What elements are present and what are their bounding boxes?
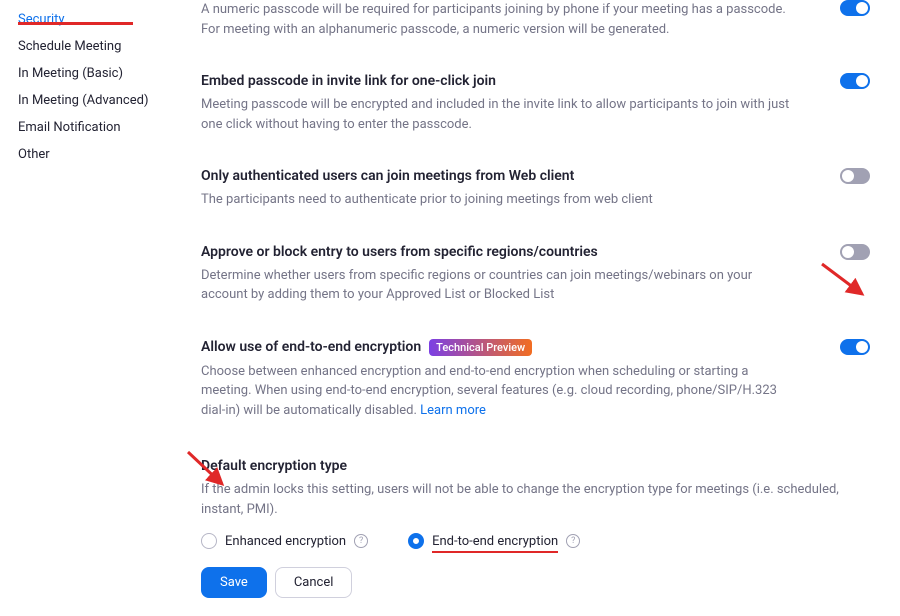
cancel-button[interactable]: Cancel xyxy=(275,567,353,598)
settings-content: A numeric passcode will be required for … xyxy=(175,0,900,616)
setting-description: Determine whether users from specific re… xyxy=(201,266,790,305)
setting-authenticated-web: Only authenticated users can join meetin… xyxy=(201,152,860,228)
radio-circle-icon xyxy=(201,533,217,549)
setting-title: Only authenticated users can join meetin… xyxy=(201,168,790,184)
sidebar-item-label: Other xyxy=(18,147,50,162)
sidebar-item-security[interactable]: Security xyxy=(18,6,65,33)
toggle-e2ee[interactable] xyxy=(840,339,870,355)
annotation-underline xyxy=(432,551,558,553)
sidebar-item-label: In Meeting (Basic) xyxy=(18,66,123,81)
help-icon[interactable]: ? xyxy=(354,534,368,548)
sidebar-item-other[interactable]: Other xyxy=(18,141,50,168)
setting-description: Choose between enhanced encryption and e… xyxy=(201,362,790,421)
help-icon[interactable]: ? xyxy=(566,534,580,548)
action-buttons: Save Cancel xyxy=(201,567,860,598)
sidebar-item-in-meeting-advanced[interactable]: In Meeting (Advanced) xyxy=(18,87,148,114)
sidebar-item-email-notification[interactable]: Email Notification xyxy=(18,114,121,141)
technical-preview-badge: Technical Preview xyxy=(429,339,532,356)
setting-title: Default encryption type xyxy=(201,458,860,474)
setting-description: The participants need to authenticate pr… xyxy=(201,190,790,210)
save-button[interactable]: Save xyxy=(201,567,267,598)
toggle-numeric-passcode[interactable] xyxy=(840,0,870,16)
radio-label: End-to-end encryption xyxy=(432,534,558,549)
radio-end-to-end-encryption[interactable]: End-to-end encryption ? xyxy=(408,533,580,549)
setting-title: Approve or block entry to users from spe… xyxy=(201,244,790,260)
radio-circle-icon xyxy=(408,533,424,549)
radio-label-text: End-to-end encryption xyxy=(432,534,558,549)
toggle-authenticated-web[interactable] xyxy=(840,168,870,184)
learn-more-link[interactable]: Learn more xyxy=(420,403,486,418)
annotation-underline xyxy=(18,22,133,25)
setting-e2ee: Allow use of end-to-end encryption Techn… xyxy=(201,323,860,439)
setting-title: Embed passcode in invite link for one-cl… xyxy=(201,73,790,89)
setting-default-encryption: Default encryption type If the admin loc… xyxy=(201,438,860,616)
setting-description: If the admin locks this setting, users w… xyxy=(201,480,860,519)
setting-description: A numeric passcode will be required for … xyxy=(201,0,790,39)
toggle-embed-passcode[interactable] xyxy=(840,73,870,89)
setting-title-text: Allow use of end-to-end encryption xyxy=(201,339,421,355)
sidebar-item-label: Email Notification xyxy=(18,120,121,135)
setting-desc-text: Choose between enhanced encryption and e… xyxy=(201,364,777,418)
setting-embed-passcode: Embed passcode in invite link for one-cl… xyxy=(201,57,860,152)
setting-numeric-passcode: A numeric passcode will be required for … xyxy=(201,0,860,57)
encryption-type-radios: Enhanced encryption ? End-to-end encrypt… xyxy=(201,533,860,549)
radio-label: Enhanced encryption xyxy=(225,534,346,549)
sidebar-item-label: In Meeting (Advanced) xyxy=(18,93,148,108)
sidebar-item-label: Schedule Meeting xyxy=(18,39,121,54)
setting-description: Meeting passcode will be encrypted and i… xyxy=(201,95,790,134)
sidebar-item-schedule-meeting[interactable]: Schedule Meeting xyxy=(18,33,121,60)
toggle-region-block[interactable] xyxy=(840,244,870,260)
setting-title: Allow use of end-to-end encryption Techn… xyxy=(201,339,790,356)
sidebar-item-in-meeting-basic[interactable]: In Meeting (Basic) xyxy=(18,60,123,87)
setting-region-block: Approve or block entry to users from spe… xyxy=(201,228,860,323)
radio-enhanced-encryption[interactable]: Enhanced encryption ? xyxy=(201,533,368,549)
settings-sidebar: Security Schedule Meeting In Meeting (Ba… xyxy=(0,0,175,616)
